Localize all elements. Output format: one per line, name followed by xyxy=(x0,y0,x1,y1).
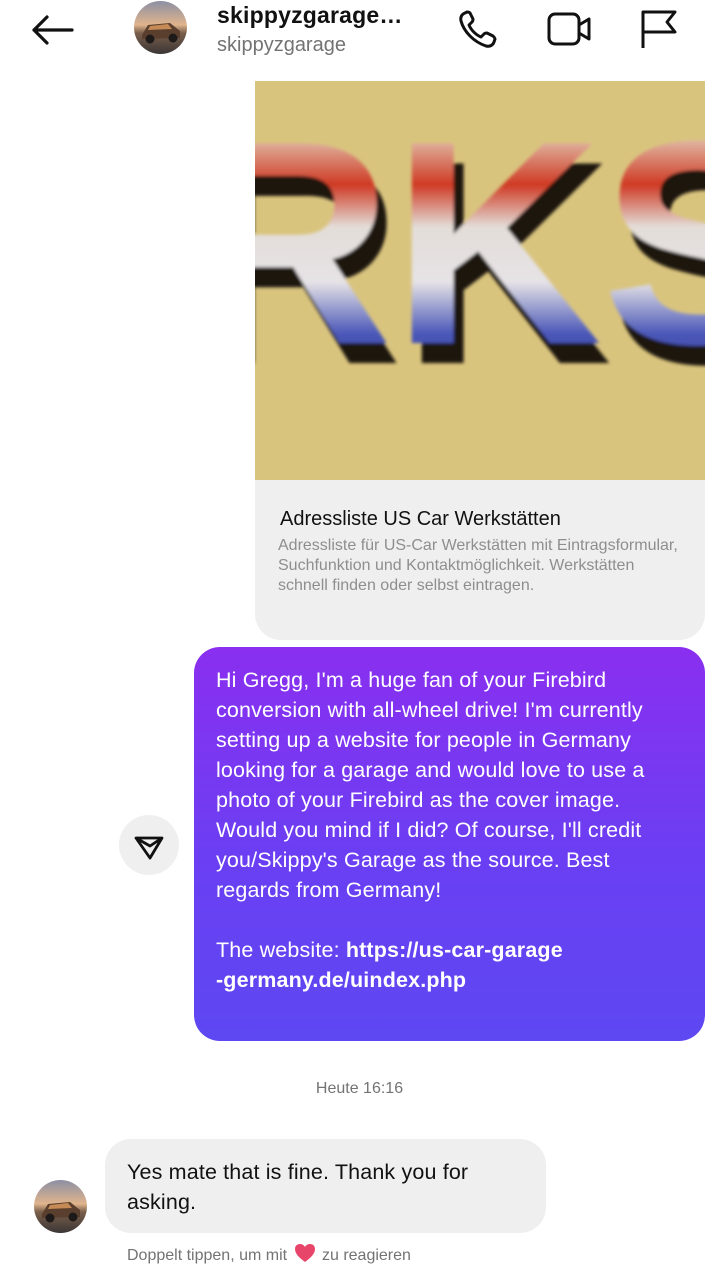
outgoing-message-text: Hi Gregg, I'm a huge fan of your Firebir… xyxy=(216,668,645,902)
audio-call-button[interactable] xyxy=(456,8,502,50)
outgoing-message-bubble[interactable]: Hi Gregg, I'm a huge fan of your Firebir… xyxy=(194,647,705,1041)
link-description: Adressliste für US-Car Werkstätten mit E… xyxy=(278,537,678,594)
share-message-button[interactable] xyxy=(119,815,179,875)
video-call-button[interactable] xyxy=(545,8,591,50)
phone-icon xyxy=(459,10,497,48)
header-title[interactable]: skippyzgarage… xyxy=(217,2,403,29)
website-link-part-1[interactable]: https://us-car-garage xyxy=(346,938,563,962)
heart-icon xyxy=(294,1244,315,1262)
thread-header: skippyzgarage… skippyzgarage xyxy=(0,0,719,80)
sender-avatar[interactable] xyxy=(34,1180,87,1233)
message-timestamp: Heute 16:16 xyxy=(315,1080,404,1097)
video-icon xyxy=(547,12,591,46)
reaction-hint-prefix: Doppelt tippen, um mit xyxy=(127,1247,288,1264)
avatar-car-photo xyxy=(34,1180,87,1233)
header-avatar[interactable] xyxy=(134,1,187,54)
website-label: The website: xyxy=(216,938,346,962)
back-arrow-icon xyxy=(32,15,74,45)
website-link-part-2[interactable]: -germany.de/uindex.php xyxy=(216,968,466,992)
header-username: skippyzgarage xyxy=(217,34,346,56)
dm-thread-screen: skippyzgarage… skippyzgarage RK RKS Adre… xyxy=(0,0,719,1279)
avatar-car-photo xyxy=(134,1,187,54)
flag-icon xyxy=(641,10,677,48)
reaction-hint: Doppelt tippen, um mit zu reagieren xyxy=(127,1243,411,1265)
image-letters: RKS xyxy=(255,81,705,405)
link-preview-image: RKS RKS xyxy=(255,81,705,480)
link-title: Adressliste US Car Werkstätten xyxy=(280,508,561,530)
incoming-message-bubble[interactable]: Yes mate that is fine. Thank you for ask… xyxy=(105,1139,546,1233)
shared-link-card[interactable]: RKS RKS Adressliste US Car Werkstätten A… xyxy=(255,81,705,640)
send-icon xyxy=(134,836,164,860)
reaction-hint-suffix: zu reagieren xyxy=(321,1247,411,1264)
back-button[interactable] xyxy=(28,10,78,50)
incoming-message-text: Yes mate that is fine. Thank you for ask… xyxy=(127,1160,469,1214)
report-button[interactable] xyxy=(637,8,683,50)
